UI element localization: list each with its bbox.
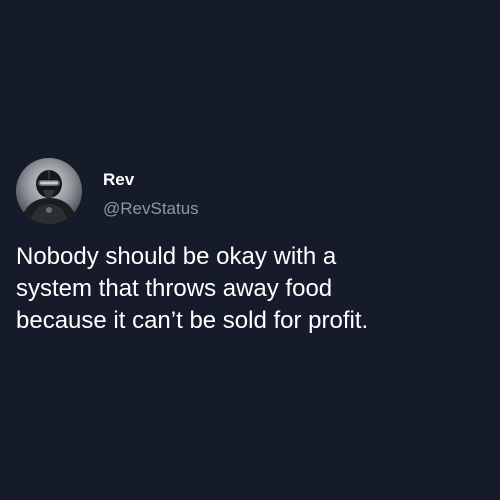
tweet-text: Nobody should be okay with a system that… <box>16 241 486 337</box>
author-handle[interactable]: @RevStatus <box>103 199 199 219</box>
tweet-line: because it can’t be sold for profit. <box>16 307 369 334</box>
avatar[interactable] <box>16 158 82 224</box>
tweet-line: system that throws away food <box>16 275 333 302</box>
tweet-line: Nobody should be okay with a <box>16 243 337 270</box>
tweet-card: Rev @RevStatus Nobody should be okay wit… <box>0 0 500 500</box>
author-display-name[interactable]: Rev <box>103 170 134 190</box>
masked-figure-avatar-icon <box>16 158 82 224</box>
